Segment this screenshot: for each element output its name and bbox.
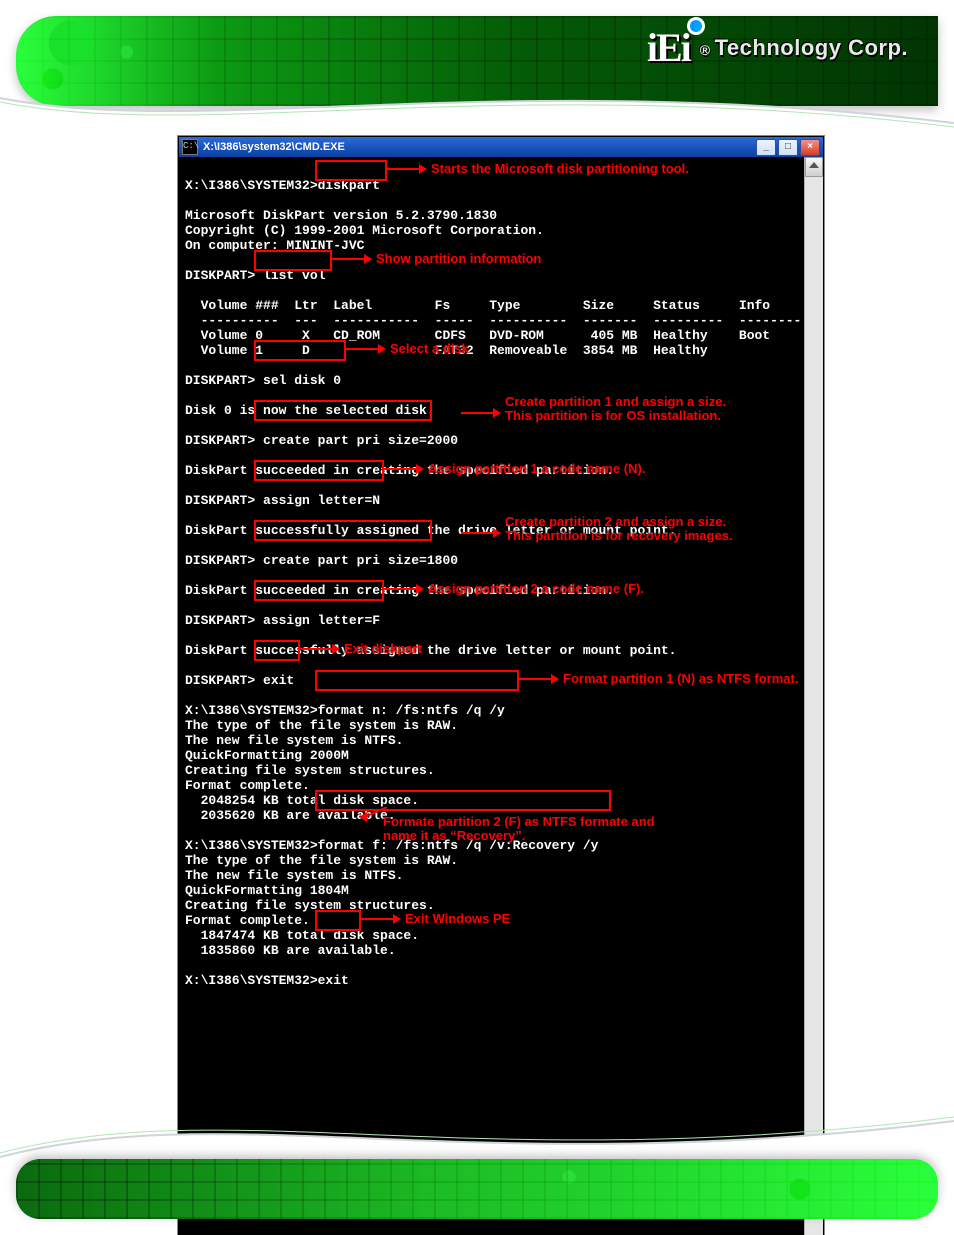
term-line: Format complete. (185, 913, 310, 928)
close-button[interactable]: × (800, 139, 820, 156)
term-line: Volume 0 X CD_ROM CDFS DVD-ROM 405 MB He… (185, 328, 770, 343)
term-line: Format complete. (185, 778, 310, 793)
term-line: The new file system is NTFS. (185, 733, 403, 748)
anno-text: Format partition 1 (N) as NTFS format. (563, 671, 798, 686)
term-line: QuickFormatting 1804M (185, 883, 349, 898)
term-line: X:\I386\SYSTEM32>diskpart (185, 178, 380, 193)
term-line: DISKPART> list vol (185, 268, 325, 283)
term-line: The type of the file system is RAW. (185, 718, 458, 733)
term-line: DISKPART> sel disk 0 (185, 373, 341, 388)
hl-format1 (315, 670, 519, 691)
term-line: QuickFormatting 2000M (185, 748, 349, 763)
term-line: 1847474 KB total disk space. (185, 928, 419, 943)
term-line: DISKPART> assign letter=N (185, 493, 380, 508)
titlebar[interactable]: C:\ X:\I386\system32\CMD.EXE _ □ × (179, 137, 823, 157)
anno-format1: Format partition 1 (N) as NTFS format. (519, 671, 798, 686)
term-line: Copyright (C) 1999-2001 Microsoft Corpor… (185, 223, 544, 238)
term-line: ---------- --- ----------- ----- -------… (185, 313, 801, 328)
term-line: The type of the file system is RAW. (185, 853, 458, 868)
anno-exitpe: Exit Windows PE (361, 911, 510, 926)
term-line: Creating file system structures. (185, 763, 435, 778)
minimize-button[interactable]: _ (756, 139, 776, 156)
anno-text: Create partition 1 and assign a size. Th… (505, 395, 726, 423)
registered-icon: ® (700, 42, 711, 58)
term-line: Volume 1 D FAT32 Removeable 3854 MB Heal… (185, 343, 708, 358)
term-line: X:\I386\SYSTEM32>exit (185, 973, 349, 988)
anno-listvol: Show partition information (332, 251, 541, 266)
brand-text: ® Technology Corp. (700, 35, 908, 61)
brand-company: Technology Corp. (715, 35, 908, 61)
anno-text: Show partition information (376, 251, 541, 266)
brand: iEi ® Technology Corp. (647, 24, 908, 71)
term-line: Disk 0 is now the selected disk. (185, 403, 435, 418)
term-line: DiskPart succeeded in creating the speci… (185, 583, 614, 598)
term-line: 2048254 KB total disk space. (185, 793, 419, 808)
anno-text: Starts the Microsoft disk partitioning t… (431, 161, 689, 176)
term-line: Microsoft DiskPart version 5.2.3790.1830 (185, 208, 497, 223)
anno-text: Exit Windows PE (405, 911, 510, 926)
term-line: Creating file system structures. (185, 898, 435, 913)
scrollbar[interactable] (804, 157, 823, 1235)
term-line: On computer: MININT-JVC (185, 238, 364, 253)
term-line: DiskPart successfully assigned the drive… (185, 643, 676, 658)
term-line: DISKPART> exit (185, 673, 294, 688)
swoosh-top (0, 88, 954, 138)
term-line: X:\I386\SYSTEM32>format f: /fs:ntfs /q /… (185, 838, 598, 853)
anno-create1: Create partition 1 and assign a size. Th… (461, 395, 726, 423)
term-line: DiskPart successfully assigned the drive… (185, 523, 676, 538)
term-line: X:\I386\SYSTEM32>format n: /fs:ntfs /q /… (185, 703, 505, 718)
cmd-icon: C:\ (182, 139, 198, 155)
term-line: DISKPART> create part pri size=1800 (185, 553, 458, 568)
arrow-format2 (359, 807, 387, 823)
brand-logo: iEi (647, 24, 690, 71)
maximize-button[interactable]: □ (778, 139, 798, 156)
term-line: 1835860 KB are available. (185, 943, 396, 958)
terminal[interactable]: X:\I386\SYSTEM32>diskpart Microsoft Disk… (179, 157, 823, 1235)
term-line: The new file system is NTFS. (185, 868, 403, 883)
scroll-up-icon[interactable] (809, 162, 819, 168)
anno-diskpart: Starts the Microsoft disk partitioning t… (387, 161, 689, 176)
term-line: DISKPART> assign letter=F (185, 613, 380, 628)
page: iEi ® Technology Corp. C:\ X:\I386\syste… (0, 0, 954, 1235)
footer-circuit-banner (16, 1159, 938, 1219)
term-line: Volume ### Ltr Label Fs Type Size Status… (185, 298, 770, 313)
term-line: DiskPart succeeded in creating the speci… (185, 463, 614, 478)
window-title: X:\I386\system32\CMD.EXE (203, 141, 754, 153)
term-line: DISKPART> create part pri size=2000 (185, 433, 458, 448)
cmd-window: C:\ X:\I386\system32\CMD.EXE _ □ × X:\I3… (178, 136, 824, 1235)
